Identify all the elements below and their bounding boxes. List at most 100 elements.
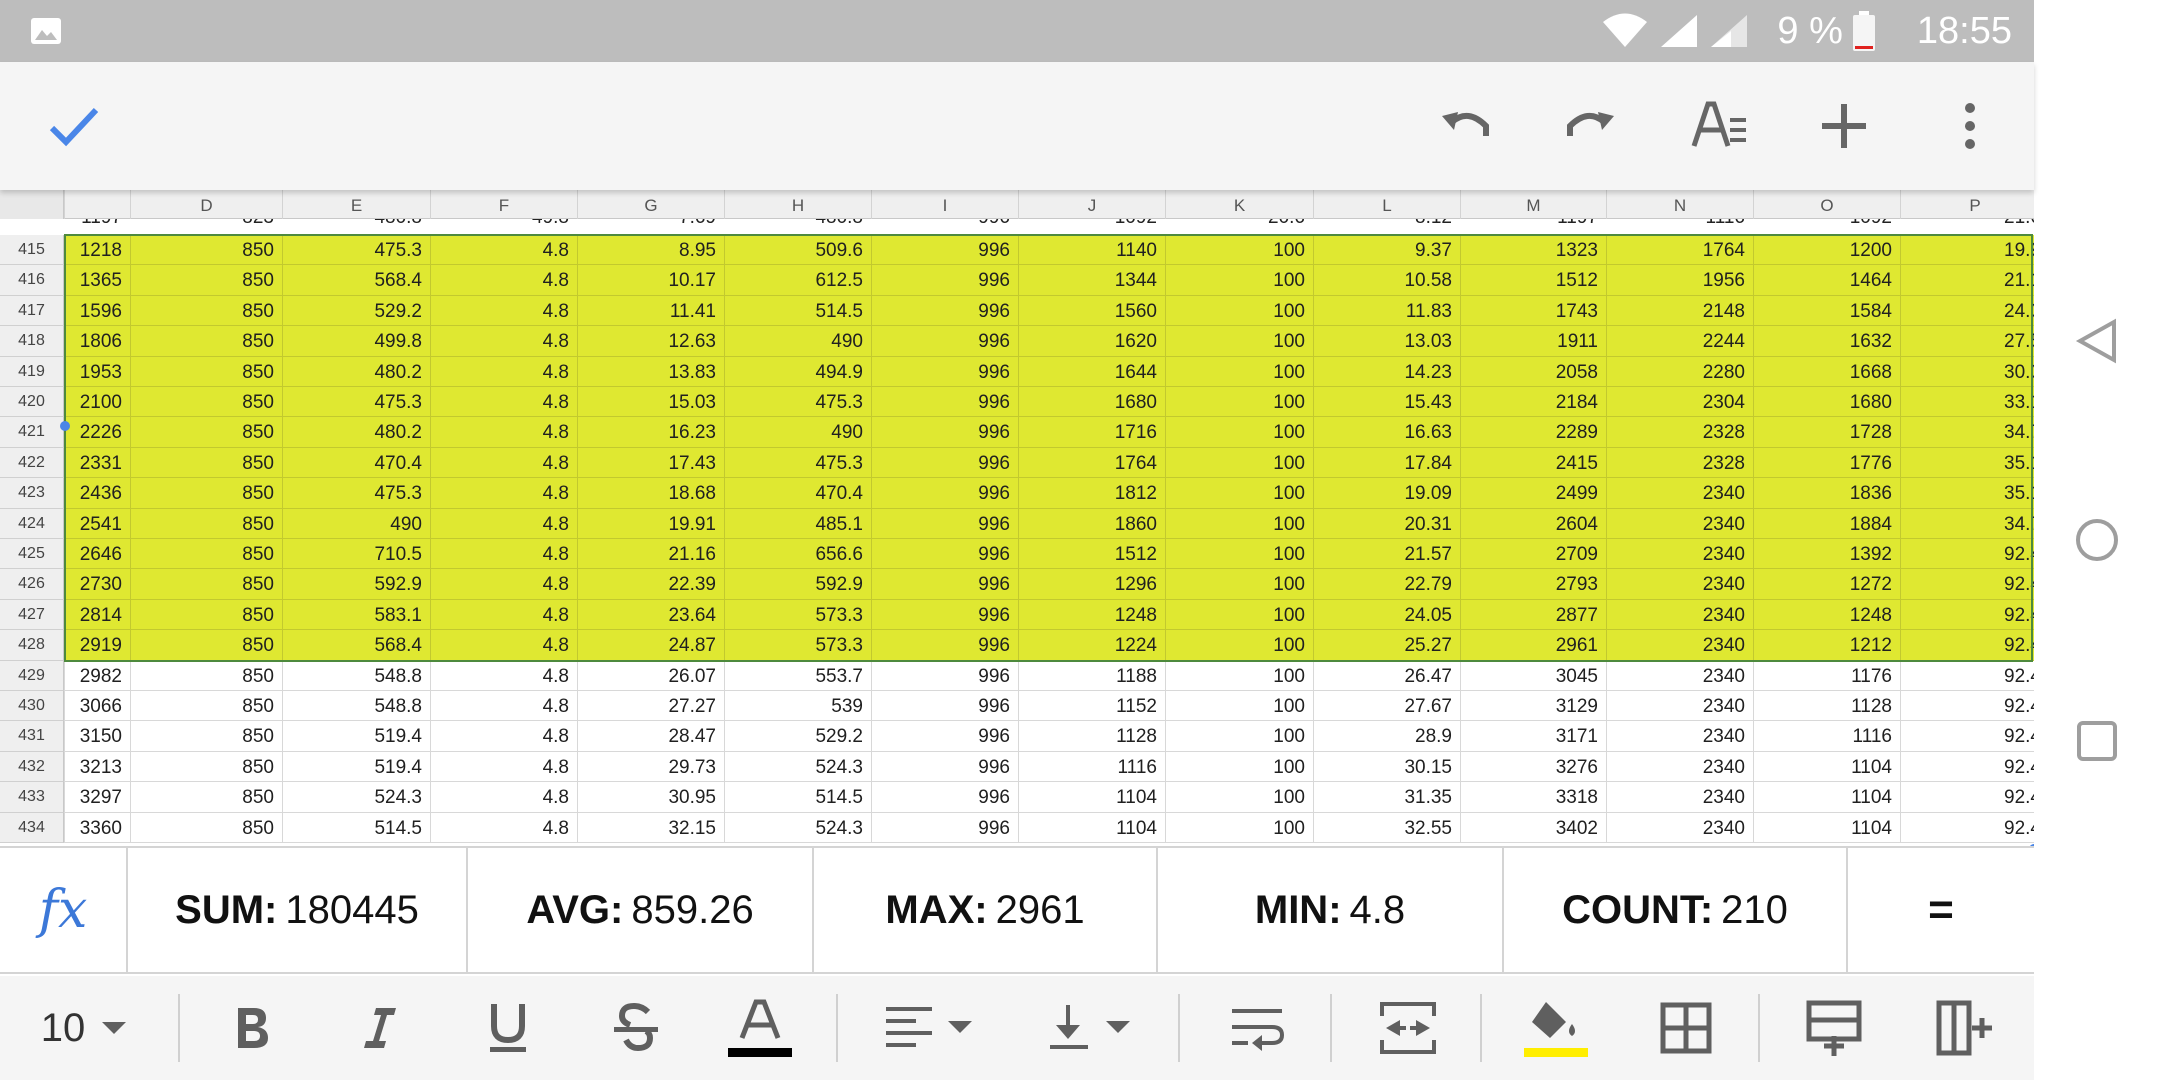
row-header[interactable]: 419 (0, 356, 64, 387)
cell[interactable]: 850 (130, 660, 282, 691)
cell[interactable]: 592.9 (282, 569, 430, 600)
column-header[interactable]: L (1313, 190, 1460, 219)
cell[interactable]: 1116 (1018, 751, 1165, 783)
cell[interactable]: 568.4 (282, 265, 430, 296)
row-header[interactable]: 417 (0, 295, 64, 327)
row-header[interactable]: 422 (0, 447, 64, 479)
cell[interactable]: 850 (130, 447, 282, 479)
cell[interactable]: 519.4 (282, 721, 430, 752)
cell[interactable]: 490 (724, 417, 871, 448)
row-header[interactable]: 430 (0, 691, 64, 722)
row-header[interactable]: 432 (0, 751, 64, 783)
cell[interactable]: 568.4 (282, 630, 430, 661)
cell[interactable]: 2919 (64, 630, 130, 661)
cell[interactable]: 485.1 (724, 508, 871, 539)
cell[interactable]: 4.8 (430, 417, 577, 448)
cell[interactable]: 1716 (1018, 417, 1165, 448)
cell[interactable]: 27.67 (1313, 691, 1460, 722)
function-button[interactable]: fx (0, 848, 128, 972)
cell[interactable]: 16.23 (577, 417, 724, 448)
cell[interactable]: 4.8 (430, 478, 577, 509)
cell[interactable]: 850 (130, 751, 282, 783)
cell[interactable]: 850 (130, 721, 282, 752)
cell[interactable]: 34.7 (1900, 508, 2034, 539)
cell[interactable]: 33.1 (1900, 387, 2034, 418)
redo-icon[interactable] (1560, 96, 1620, 156)
cell[interactable]: 850 (130, 265, 282, 296)
cell[interactable]: 1200 (1753, 235, 1900, 266)
row-header[interactable]: 429 (0, 660, 64, 691)
row-header[interactable]: 427 (0, 599, 64, 631)
cell[interactable]: 1104 (1753, 812, 1900, 843)
cell[interactable]: 494.9 (724, 356, 871, 387)
cell[interactable]: 710.5 (282, 539, 430, 570)
home-icon[interactable] (2074, 517, 2120, 563)
italic-button[interactable] (350, 998, 410, 1058)
cell[interactable]: 1860 (1018, 508, 1165, 539)
cell[interactable]: 1092 (1753, 219, 1900, 230)
cell[interactable]: 3213 (64, 751, 130, 783)
cell[interactable]: 1104 (1753, 782, 1900, 813)
cell[interactable]: 13.83 (577, 356, 724, 387)
cell[interactable]: 21.57 (1313, 539, 1460, 570)
cell[interactable]: 31.35 (1313, 782, 1460, 813)
column-header[interactable]: N (1606, 190, 1753, 219)
cell[interactable]: 996 (871, 447, 1018, 479)
cell[interactable]: 34.7 (1900, 417, 2034, 448)
cell[interactable]: 11.83 (1313, 295, 1460, 327)
cell[interactable]: 1152 (1018, 691, 1165, 722)
cell[interactable]: 2499 (1460, 478, 1606, 509)
sum-stat[interactable]: SUM: 180445 (128, 848, 468, 972)
cell[interactable]: 524.3 (724, 812, 871, 843)
strikethrough-button[interactable] (606, 998, 666, 1058)
cell[interactable]: 1911 (1460, 326, 1606, 357)
cell[interactable]: 475.3 (282, 387, 430, 418)
cell[interactable]: 996 (871, 235, 1018, 266)
cell[interactable]: 850 (130, 295, 282, 327)
cell[interactable]: 4.8 (430, 782, 577, 813)
cell[interactable]: 470.4 (724, 478, 871, 509)
cell[interactable]: 2436 (64, 478, 130, 509)
vertical-align-button[interactable] (1046, 998, 1136, 1058)
cell[interactable]: 850 (130, 417, 282, 448)
cell[interactable]: 996 (871, 782, 1018, 813)
cell[interactable]: 2340 (1606, 751, 1753, 783)
cell[interactable]: 1776 (1753, 447, 1900, 479)
cell[interactable]: 13.03 (1313, 326, 1460, 357)
cell[interactable]: 100 (1165, 539, 1313, 570)
cell[interactable]: 529.2 (282, 295, 430, 327)
more-vert-icon[interactable] (1940, 96, 2000, 156)
undo-icon[interactable] (1436, 96, 1496, 156)
column-header[interactable]: F (430, 190, 577, 219)
cell[interactable]: 19.9 (1900, 235, 2034, 266)
cell[interactable]: 4.8 (430, 265, 577, 296)
cell[interactable]: 4.8 (430, 447, 577, 479)
cell[interactable]: 850 (130, 599, 282, 631)
cell[interactable]: 4.8 (430, 508, 577, 539)
cell[interactable]: 612.5 (724, 265, 871, 296)
recents-icon[interactable] (2076, 720, 2118, 762)
cell[interactable]: 850 (130, 235, 282, 266)
cell[interactable]: 100 (1165, 356, 1313, 387)
cell[interactable]: 1116 (1753, 721, 1900, 752)
cell[interactable]: 100 (1165, 417, 1313, 448)
cell[interactable]: 2328 (1606, 417, 1753, 448)
cell[interactable]: 996 (871, 508, 1018, 539)
cell[interactable]: 100 (1165, 812, 1313, 843)
cell[interactable]: 8.95 (577, 235, 724, 266)
cell[interactable]: 509.6 (724, 235, 871, 266)
column-header[interactable]: M (1460, 190, 1606, 219)
selection-handle-top[interactable] (60, 421, 70, 431)
cell[interactable]: 996 (871, 630, 1018, 661)
cell[interactable]: 4.8 (430, 751, 577, 783)
cell[interactable]: 30.15 (1313, 751, 1460, 783)
cell[interactable]: 996 (871, 751, 1018, 783)
cell[interactable]: 2340 (1606, 539, 1753, 570)
row-header[interactable]: 428 (0, 630, 64, 661)
cell[interactable]: 573.3 (724, 599, 871, 631)
cell[interactable]: 10.17 (577, 265, 724, 296)
cell[interactable]: 1728 (1753, 417, 1900, 448)
cell[interactable]: 3045 (1460, 660, 1606, 691)
cell[interactable]: 548.8 (282, 660, 430, 691)
cell[interactable]: 4.8 (430, 356, 577, 387)
